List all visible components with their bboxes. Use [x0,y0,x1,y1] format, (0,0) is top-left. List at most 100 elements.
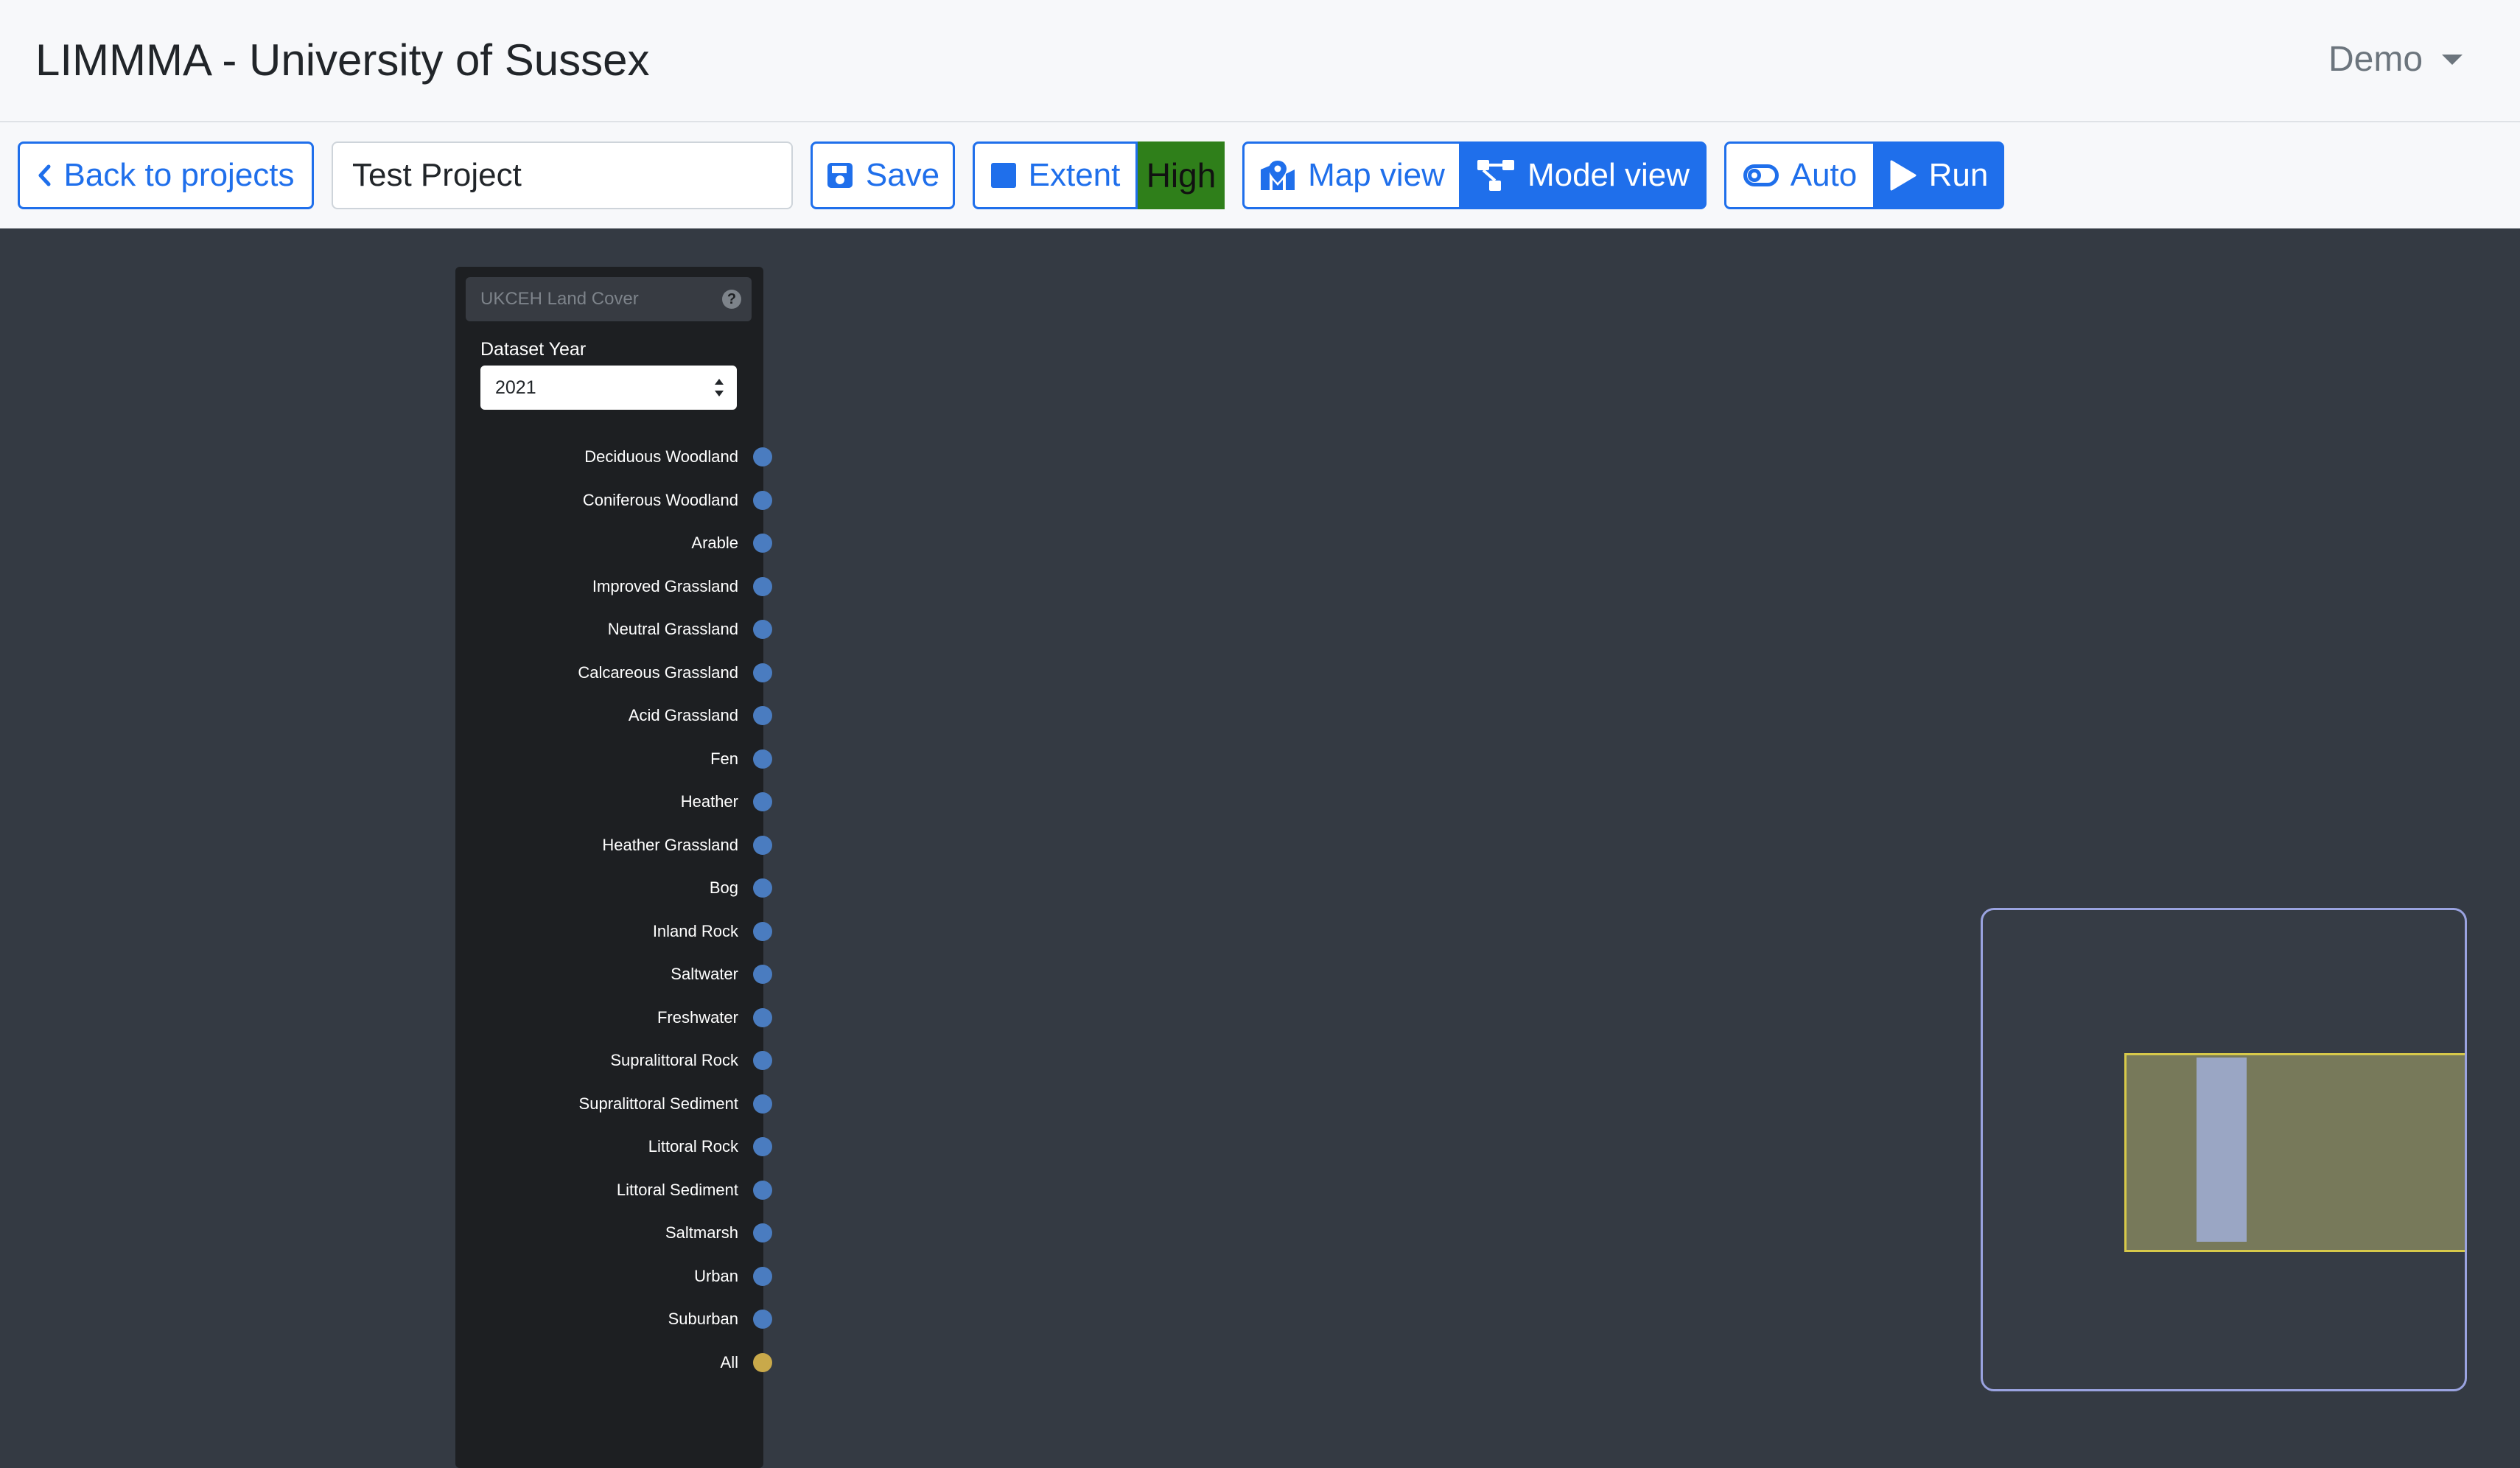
node-output-label: Heather [680,792,738,811]
run-button[interactable]: Run [1873,141,2004,209]
output-socket[interactable] [753,1137,772,1156]
node-output-label: Calcareous Grassland [578,663,738,682]
node-output-row: Acid Grassland [455,701,772,730]
dataset-year-label: Dataset Year [480,339,587,360]
output-socket[interactable] [753,1266,772,1286]
caret-down-icon [2442,55,2463,65]
output-socket[interactable] [753,1051,772,1070]
node-output-label: Arable [691,534,738,552]
diagram-project-icon [1476,158,1516,192]
minimap[interactable] [1981,908,2467,1391]
output-socket[interactable] [753,447,772,466]
node-output-label: Freshwater [657,1007,738,1027]
save-label: Save [865,157,940,193]
node-output-label: Bog [709,878,738,897]
minimap-viewport[interactable] [2124,1053,2465,1252]
output-socket[interactable] [753,1007,772,1027]
app-title: LIMMMA - University of Sussex [35,35,650,85]
dataset-year-value: 2021 [495,377,536,398]
output-socket[interactable] [753,576,772,596]
node-output-row: Littoral Sediment [455,1175,772,1205]
node-output-row: Supralittoral Sediment [455,1089,772,1119]
sort-icon [715,379,724,396]
save-button[interactable]: Save [811,141,955,209]
extent-button[interactable]: Extent [973,141,1138,209]
node-output-label: Acid Grassland [628,706,738,724]
node-output-label: Supralittoral Sediment [578,1094,738,1113]
node-output-label: Littoral Rock [648,1137,738,1156]
extent-resolution-badge: High [1138,141,1225,209]
auto-label: Auto [1790,157,1858,193]
node-output-row: Saltwater [455,960,772,989]
output-socket[interactable] [753,663,772,682]
node-output-label: Suburban [668,1310,738,1328]
node-title-label: UKCEH Land Cover [480,289,639,309]
node-output-row: Suburban [455,1304,772,1334]
output-socket[interactable] [753,620,772,639]
output-socket[interactable] [753,490,772,510]
node-output-row: Improved Grassland [455,572,772,601]
node-output-label: Heather Grassland [602,835,738,854]
map-view-button[interactable]: Map view [1242,141,1462,209]
model-view-label: Model view [1527,157,1690,193]
question-circle-icon[interactable]: ? [722,290,741,309]
node-output-label: Saltmarsh [665,1223,738,1242]
floppy-disk-icon [826,161,854,189]
node-output-row: All [455,1348,772,1377]
project-name-input[interactable] [332,141,793,209]
extent-label: Extent [1028,157,1121,193]
minimap-node [2197,1058,2247,1242]
output-socket[interactable] [753,1352,772,1372]
node-output-label: Saltwater [671,965,738,983]
dataset-year-select[interactable]: 2021 [480,366,737,410]
node-output-label: Neutral Grassland [607,620,738,638]
node-output-row: Supralittoral Rock [455,1046,772,1075]
toggle-icon [1743,164,1779,186]
node-output-row: Deciduous Woodland [455,442,772,472]
node-output-label: All [720,1352,738,1371]
node-output-row: Inland Rock [455,917,772,946]
back-to-projects-button[interactable]: Back to projects [18,141,314,209]
user-menu-dropdown[interactable]: Demo [2328,34,2463,85]
node-output-row: Littoral Rock [455,1132,772,1161]
map-location-icon [1259,159,1296,192]
play-icon [1889,159,1917,192]
output-socket[interactable] [753,835,772,855]
output-socket[interactable] [753,878,772,898]
node-output-label: Inland Rock [652,921,738,940]
output-socket[interactable] [753,792,772,811]
land-cover-node[interactable]: UKCEH Land Cover ? Dataset Year 2021 Dec… [455,267,772,1468]
node-output-row: Fen [455,744,772,774]
node-output-row: Heather Grassland [455,831,772,860]
chevron-left-icon [37,164,52,186]
node-output-label: Littoral Sediment [616,1180,738,1199]
node-output-label: Deciduous Woodland [584,447,738,466]
navbar: LIMMMA - University of Sussex Demo [0,0,2520,122]
toolbar: Back to projects Save Extent High [0,122,2520,228]
square-icon [990,162,1017,189]
auto-toggle-button[interactable]: Auto [1724,141,1876,209]
node-title[interactable]: UKCEH Land Cover ? [466,277,752,321]
output-socket[interactable] [753,534,772,553]
model-view-button[interactable]: Model view [1459,141,1707,209]
node-output-row: Bog [455,873,772,903]
node-output-label: Urban [694,1266,738,1285]
node-output-row: Heather [455,787,772,817]
output-socket[interactable] [753,1180,772,1200]
node-output-row: Arable [455,528,772,558]
model-canvas[interactable]: UKCEH Land Cover ? Dataset Year 2021 Dec… [0,228,2520,1468]
output-socket[interactable] [753,706,772,725]
node-output-label: Coniferous Woodland [582,490,738,509]
output-socket[interactable] [753,1094,772,1114]
run-label: Run [1928,157,1989,193]
output-socket[interactable] [753,921,772,941]
output-socket[interactable] [753,1310,772,1329]
node-output-label: Improved Grassland [592,576,738,595]
node-output-label: Fen [710,749,738,768]
node-output-row: Freshwater [455,1003,772,1032]
output-socket[interactable] [753,965,772,984]
node-output-row: Saltmarsh [455,1218,772,1248]
output-socket[interactable] [753,1223,772,1242]
back-to-projects-label: Back to projects [63,157,295,193]
output-socket[interactable] [753,749,772,769]
